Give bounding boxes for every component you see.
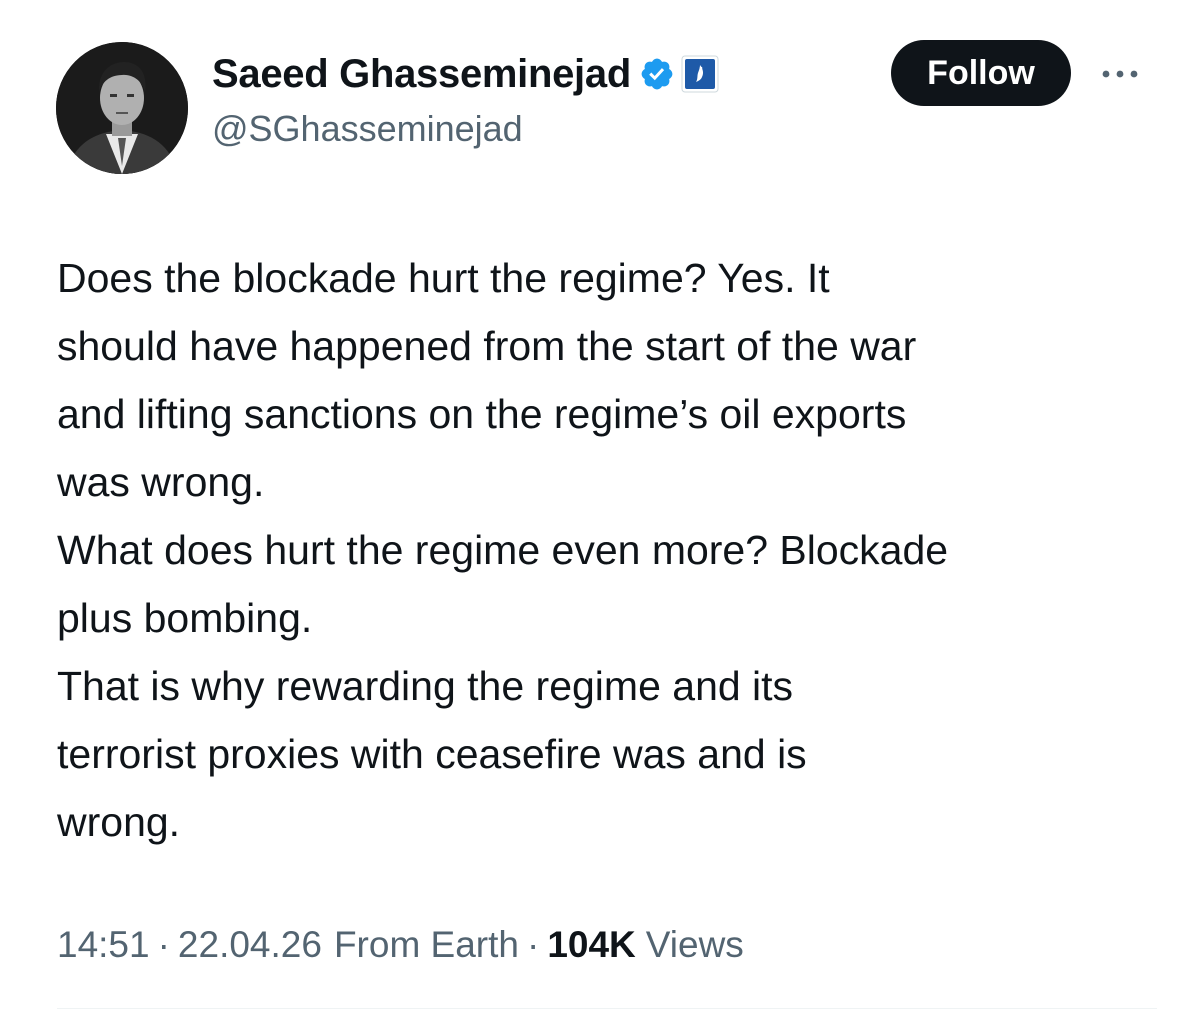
author-display-name[interactable]: Saeed Ghasseminejad [212, 52, 631, 97]
divider [57, 1008, 1157, 1009]
avatar-image [56, 42, 188, 174]
avatar[interactable] [56, 42, 188, 174]
tweet-text-line: was wrong. [57, 459, 265, 505]
tweet-text-line: terrorist proxies with ceasefire was and… [57, 731, 807, 777]
author-name-row: Saeed Ghasseminejad [212, 48, 719, 100]
more-icon[interactable] [1098, 62, 1142, 86]
tweet-text-line: and lifting sanctions on the regime’s oi… [57, 391, 907, 437]
tweet-text-line: plus bombing. [57, 595, 313, 641]
tweet-text-line: should have happened from the start of t… [57, 323, 917, 369]
tweet-card: Saeed Ghasseminejad @SGhasseminejad Foll… [0, 0, 1200, 1015]
tweet-meta: 14:51 · 22.04.26 From Earth · 104K Views [57, 924, 744, 966]
author-handle[interactable]: @SGhasseminejad [212, 108, 523, 150]
tweet-text-line: Does the blockade hurt the regime? Yes. … [57, 255, 830, 301]
tweet-time[interactable]: 14:51 [57, 924, 150, 966]
tweet-text-line: wrong. [57, 799, 181, 845]
tweet-source: From Earth [333, 924, 519, 965]
follow-button[interactable]: Follow [891, 40, 1071, 106]
tweet-text: Does the blockade hurt the regime? Yes. … [57, 244, 1167, 856]
views-label: Views [645, 924, 744, 965]
tweet-date[interactable]: 22.04.26 [178, 924, 322, 966]
verified-badge-icon[interactable] [639, 56, 675, 92]
meta-separator: · [157, 924, 170, 965]
views-count[interactable]: 104K [547, 924, 635, 966]
affiliation-badge-icon[interactable] [681, 55, 719, 93]
meta-separator: · [527, 924, 540, 965]
tweet-text-line: That is why rewarding the regime and its [57, 663, 794, 709]
tweet-text-line: What does hurt the regime even more? Blo… [57, 527, 949, 573]
